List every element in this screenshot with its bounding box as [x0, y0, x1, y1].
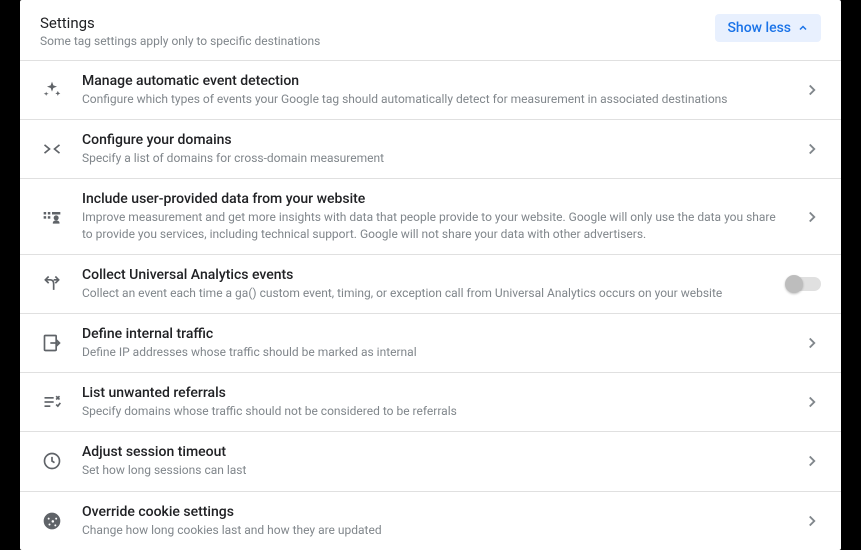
show-less-label: Show less	[727, 20, 791, 36]
row-list-unwanted-referrals[interactable]: List unwanted referrals Specify domains …	[20, 373, 841, 432]
row-title: Include user-provided data from your web…	[82, 191, 789, 207]
sparkle-icon	[32, 80, 72, 100]
header-text: Settings Some tag settings apply only to…	[40, 14, 320, 48]
panel-header: Settings Some tag settings apply only to…	[20, 0, 841, 61]
row-subtitle: Change how long cookies last and how the…	[82, 522, 789, 538]
row-title: Collect Universal Analytics events	[82, 267, 777, 283]
row-manage-automatic-event-detection[interactable]: Manage automatic event detection Configu…	[20, 61, 841, 120]
row-subtitle: Improve measurement and get more insight…	[82, 209, 789, 241]
settings-panel: Settings Some tag settings apply only to…	[20, 0, 841, 550]
cookie-icon	[32, 511, 72, 531]
row-override-cookie-settings[interactable]: Override cookie settings Change how long…	[20, 492, 841, 550]
exit-to-app-icon	[32, 333, 72, 353]
row-configure-your-domains[interactable]: Configure your domains Specify a list of…	[20, 120, 841, 179]
chevron-right-icon	[799, 452, 825, 470]
page-title: Settings	[40, 14, 320, 32]
row-text: Configure your domains Specify a list of…	[72, 132, 799, 166]
chevron-right-icon	[799, 81, 825, 99]
toggle-switch-off[interactable]	[787, 277, 821, 291]
chevron-right-icon	[799, 334, 825, 352]
row-title: Manage automatic event detection	[82, 73, 789, 89]
row-title: List unwanted referrals	[82, 385, 789, 401]
chevron-right-icon	[799, 393, 825, 411]
row-collect-universal-analytics-events[interactable]: Collect Universal Analytics events Colle…	[20, 255, 841, 314]
row-subtitle: Configure which types of events your Goo…	[82, 91, 789, 107]
row-text: List unwanted referrals Specify domains …	[72, 385, 799, 419]
row-subtitle: Specify a list of domains for cross-doma…	[82, 150, 789, 166]
row-text: Define internal traffic Define IP addres…	[72, 326, 799, 360]
chevron-right-icon	[799, 512, 825, 530]
row-text: Override cookie settings Change how long…	[72, 504, 799, 538]
row-include-user-provided-data[interactable]: Include user-provided data from your web…	[20, 179, 841, 254]
clock-icon	[32, 451, 72, 471]
row-subtitle: Define IP addresses whose traffic should…	[82, 344, 789, 360]
chevron-up-icon	[797, 22, 809, 34]
row-subtitle: Specify domains whose traffic should not…	[82, 403, 789, 419]
row-text: Collect Universal Analytics events Colle…	[72, 267, 787, 301]
row-title: Override cookie settings	[82, 504, 789, 520]
data-form-icon	[32, 207, 72, 227]
show-less-button[interactable]: Show less	[715, 14, 821, 42]
checklist-remove-icon	[32, 392, 72, 412]
row-title: Define internal traffic	[82, 326, 789, 342]
row-adjust-session-timeout[interactable]: Adjust session timeout Set how long sess…	[20, 432, 841, 491]
row-define-internal-traffic[interactable]: Define internal traffic Define IP addres…	[20, 314, 841, 373]
row-title: Configure your domains	[82, 132, 789, 148]
row-title: Adjust session timeout	[82, 444, 789, 460]
chevron-right-icon	[799, 208, 825, 226]
row-subtitle: Collect an event each time a ga() custom…	[82, 285, 777, 301]
row-text: Include user-provided data from your web…	[72, 191, 799, 241]
row-subtitle: Set how long sessions can last	[82, 462, 789, 478]
row-text: Manage automatic event detection Configu…	[72, 73, 799, 107]
row-text: Adjust session timeout Set how long sess…	[72, 444, 799, 478]
chevron-right-icon	[799, 140, 825, 158]
arrows-merge-icon	[32, 139, 72, 159]
split-arrows-icon	[32, 274, 72, 294]
page-subtitle: Some tag settings apply only to specific…	[40, 34, 320, 48]
